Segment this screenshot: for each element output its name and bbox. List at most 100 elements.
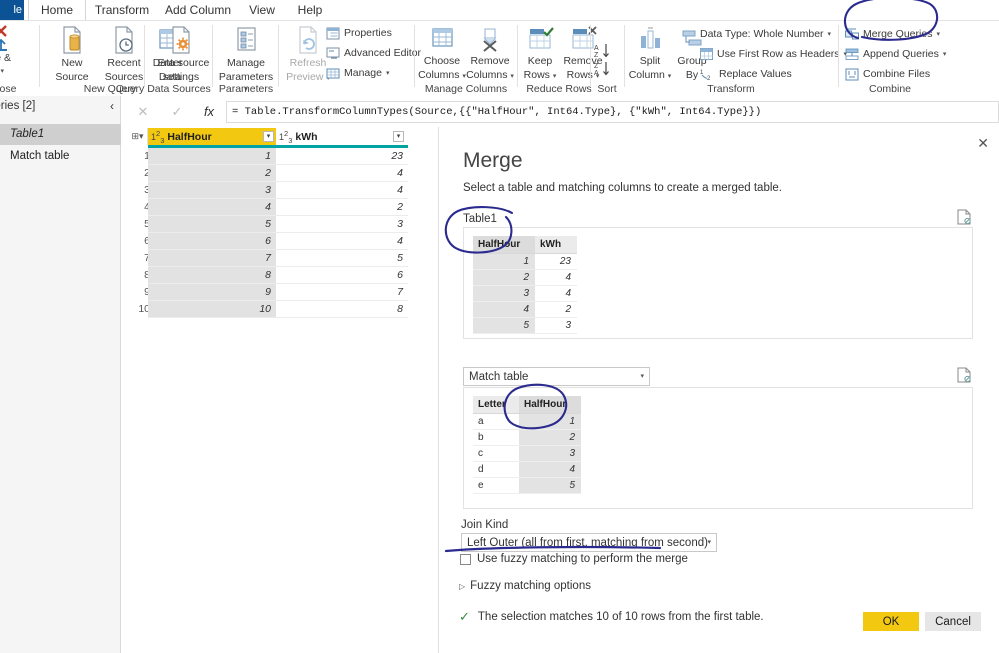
split-column-button[interactable]: Split Column ▾ bbox=[626, 24, 674, 82]
tab-transform[interactable]: Transform bbox=[86, 0, 158, 20]
page-edit-icon-second[interactable] bbox=[957, 367, 971, 383]
properties-button[interactable]: Properties bbox=[326, 25, 392, 41]
column-header-halfhour[interactable]: 123 HalfHour bbox=[148, 128, 276, 145]
replace-values-button[interactable]: 1 2 Replace Values bbox=[700, 66, 792, 82]
data-source-settings-button[interactable]: Data source settings bbox=[152, 24, 210, 83]
chevron-down-icon: ▾ bbox=[707, 539, 711, 546]
table-row[interactable]: 664 bbox=[128, 233, 408, 250]
use-first-row-as-headers-button[interactable]: Use First Row as Headers ▾ bbox=[700, 46, 847, 62]
cell-halfhour[interactable]: 10 bbox=[148, 301, 276, 318]
check-icon[interactable]: ✓ bbox=[164, 101, 190, 123]
keep-rows-button[interactable]: Keep Rows ▾ bbox=[517, 24, 563, 82]
fuzzy-matching-options-expander[interactable]: ▷ Fuzzy matching options bbox=[459, 580, 591, 592]
recent-sources-button[interactable]: Recent Sources bbox=[98, 24, 150, 83]
table-row[interactable]: 553 bbox=[128, 216, 408, 233]
tab-home[interactable]: Home bbox=[28, 0, 86, 20]
table-row[interactable]: 775 bbox=[128, 250, 408, 267]
formula-input[interactable]: = Table.TransformColumnTypes(Source,{{"H… bbox=[226, 101, 999, 123]
cell-halfhour[interactable]: 5 bbox=[148, 216, 276, 233]
sort-ascending-button[interactable]: A Z bbox=[594, 43, 612, 62]
table-row[interactable]: 886 bbox=[128, 267, 408, 284]
page-edit-icon-first[interactable] bbox=[957, 209, 971, 225]
close-icon[interactable]: ✕ bbox=[977, 135, 989, 152]
choose-columns-button[interactable]: Choose Columns ▾ bbox=[416, 24, 468, 82]
preview-column-header[interactable]: kWh bbox=[535, 236, 577, 254]
cell-kwh[interactable]: 8 bbox=[276, 301, 408, 318]
remove-columns-button[interactable]: Remove Columns ▾ bbox=[464, 24, 516, 82]
close-apply-button[interactable]: se & ly ▾ bbox=[0, 23, 14, 75]
cell-halfhour[interactable]: 1 bbox=[148, 148, 276, 165]
close-icon[interactable]: ✕ bbox=[130, 101, 156, 123]
fuzzy-matching-checkbox-row[interactable]: Use fuzzy matching to perform the merge bbox=[460, 553, 688, 565]
table-row[interactable]: 442 bbox=[128, 199, 408, 216]
table-row[interactable]: 997 bbox=[128, 284, 408, 301]
second-table-preview[interactable]: Letter HalfHour a1b2c3d4e5 bbox=[463, 387, 973, 509]
cell-kwh[interactable]: 2 bbox=[276, 199, 408, 216]
join-kind-dropdown[interactable]: Left Outer (all from first, matching fro… bbox=[461, 533, 717, 552]
merge-queries-button[interactable]: Merge Queries ▾ bbox=[845, 26, 940, 42]
cell-kwh[interactable]: 5 bbox=[276, 250, 408, 267]
chevron-down-icon: ▾ bbox=[827, 31, 832, 38]
cell-kwh[interactable]: 3 bbox=[276, 216, 408, 233]
append-queries-button[interactable]: Append Queries ▾ bbox=[845, 46, 946, 62]
sidebar-item-match-table[interactable]: Match table bbox=[0, 146, 121, 167]
sort-descending-button[interactable]: Z A bbox=[594, 61, 612, 80]
chevron-left-icon[interactable]: ‹ bbox=[110, 99, 114, 113]
filter-halfhour-icon[interactable]: ▾ bbox=[263, 131, 274, 142]
cell-kwh[interactable]: 7 bbox=[276, 284, 408, 301]
table-row[interactable]: 224 bbox=[128, 165, 408, 182]
fuzzy-matching-checkbox[interactable] bbox=[460, 553, 471, 565]
cell-halfhour[interactable]: 6 bbox=[148, 233, 276, 250]
cell-halfhour[interactable]: 2 bbox=[148, 165, 276, 182]
cell-halfhour[interactable]: 3 bbox=[148, 182, 276, 199]
cell-kwh[interactable]: 4 bbox=[276, 182, 408, 199]
triangle-right-icon: ▷ bbox=[459, 581, 466, 591]
table-row[interactable]: 334 bbox=[128, 182, 408, 199]
first-table-preview[interactable]: HalfHour kWh 1 23 2 4 3 4 4 2 5 3 bbox=[463, 227, 973, 339]
cell-halfhour[interactable]: 8 bbox=[148, 267, 276, 284]
tab-help[interactable]: Help bbox=[286, 0, 334, 20]
preview-cell: a bbox=[473, 413, 519, 430]
table-row[interactable]: 10 10 8 bbox=[128, 301, 408, 318]
first-table-preview-grid: HalfHour kWh 1 23 2 4 3 4 4 2 5 3 bbox=[473, 236, 577, 334]
tab-view[interactable]: View bbox=[238, 0, 286, 20]
filter-kwh-icon[interactable]: ▾ bbox=[393, 131, 404, 142]
data-type-button[interactable]: Data Type: Whole Number ▾ bbox=[700, 26, 831, 42]
cell-halfhour[interactable]: 7 bbox=[148, 250, 276, 267]
preview-column-header[interactable]: HalfHour bbox=[519, 396, 581, 414]
combine-files-label: Combine Files bbox=[863, 68, 931, 80]
cell-halfhour[interactable]: 9 bbox=[148, 284, 276, 301]
tab-file[interactable]: le bbox=[0, 0, 24, 20]
table-row: 1 23 bbox=[473, 253, 577, 270]
tab-add-column[interactable]: Add Column bbox=[158, 0, 238, 20]
ribbon-group-close-label: ose bbox=[0, 83, 17, 95]
sidebar-item-table1[interactable]: Table1 bbox=[0, 124, 121, 145]
combine-files-button[interactable]: Combine Files bbox=[845, 66, 930, 82]
select-all-corner-icon[interactable]: ⊞▾ bbox=[128, 128, 148, 145]
ok-button[interactable]: OK bbox=[863, 612, 919, 631]
manage-button[interactable]: Manage ▾ bbox=[326, 65, 389, 81]
table-row: 24 bbox=[473, 269, 577, 286]
append-queries-icon bbox=[845, 48, 859, 60]
cell-kwh[interactable]: 23 bbox=[276, 148, 408, 165]
advanced-editor-button[interactable]: Advanced Editor bbox=[326, 45, 421, 61]
cell-kwh[interactable]: 4 bbox=[276, 165, 408, 182]
fx-icon[interactable]: fx bbox=[196, 101, 222, 123]
preview-column-header[interactable]: HalfHour bbox=[473, 236, 535, 254]
second-table-dropdown[interactable]: Match table ▾ bbox=[463, 367, 650, 386]
svg-text:A: A bbox=[594, 45, 599, 52]
preview-column-header[interactable]: Letter bbox=[473, 396, 519, 414]
cell-kwh[interactable]: 4 bbox=[276, 233, 408, 250]
cancel-button[interactable]: Cancel bbox=[925, 612, 981, 631]
new-source-button[interactable]: New Source bbox=[46, 24, 98, 83]
ribbon-group-transform: Split Column ▾ Group By Data Type: Whole… bbox=[626, 21, 847, 96]
keep-rows-label-line1: Keep bbox=[527, 55, 553, 67]
recent-sources-label-line2: Sources bbox=[104, 70, 144, 83]
cell-halfhour[interactable]: 4 bbox=[148, 199, 276, 216]
cell-kwh[interactable]: 6 bbox=[276, 267, 408, 284]
table-row[interactable]: 1123 bbox=[128, 148, 408, 165]
manage-parameters-label-line1: Manage bbox=[227, 57, 265, 69]
column-header-kwh[interactable]: 123 kWh bbox=[276, 128, 408, 145]
data-source-settings-icon bbox=[172, 26, 190, 54]
column-header-kwh-label: kWh bbox=[295, 130, 318, 143]
